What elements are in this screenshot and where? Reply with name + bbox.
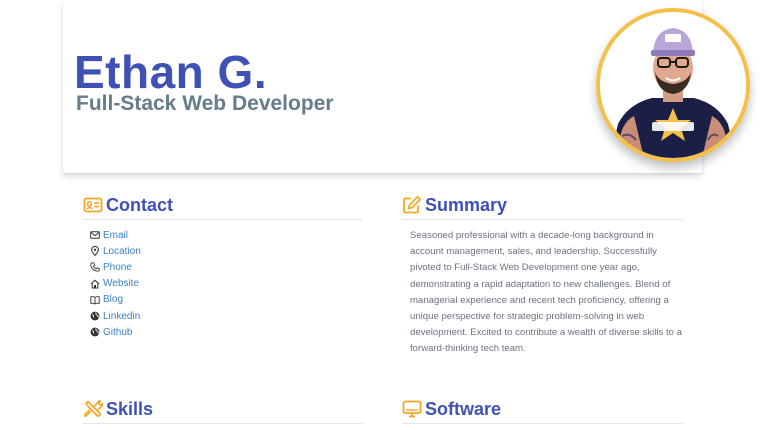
list-item: Email (90, 227, 363, 243)
software-section: Software (402, 398, 684, 424)
envelope-icon (90, 230, 100, 240)
software-title: Software (425, 398, 502, 419)
list-item: Location (90, 243, 363, 259)
contact-title: Contact (106, 194, 173, 215)
monitor-icon (402, 399, 422, 419)
skills-title: Skills (106, 398, 154, 419)
pencil-square-icon (402, 195, 422, 215)
tools-icon (83, 399, 103, 419)
contact-link-phone[interactable]: Phone (103, 262, 132, 273)
summary-title: Summary (425, 194, 508, 215)
header-card: Ethan G. Full-Stack Web Developer (63, 0, 750, 173)
globe-icon (90, 311, 100, 321)
contact-list: Email Location Phone Website Blog Linked… (83, 227, 363, 340)
globe-icon (90, 327, 100, 337)
book-open-icon (90, 295, 100, 305)
list-item: Linkedin (90, 308, 363, 324)
skills-section: Skills (83, 398, 363, 424)
list-item: Phone (90, 259, 363, 275)
contact-link-github[interactable]: Github (103, 327, 132, 338)
list-item: Blog (90, 292, 363, 308)
phone-icon (90, 262, 100, 273)
map-pin-icon (90, 246, 100, 257)
software-heading: Software (402, 398, 684, 424)
summary-text: Seasoned professional with a decade-long… (410, 230, 682, 355)
avatar (596, 8, 750, 162)
page-title: Ethan G. (74, 46, 268, 98)
contact-link-linkedin[interactable]: Linkedin (103, 311, 140, 322)
contact-link-email[interactable]: Email (103, 230, 128, 241)
job-title: Full-Stack Web Developer (76, 92, 334, 115)
summary-heading: Summary (402, 194, 684, 220)
contact-link-website[interactable]: Website (103, 278, 139, 289)
profile-photo-icon (600, 12, 746, 158)
contact-link-location[interactable]: Location (103, 246, 141, 257)
summary-section: Summary Seasoned professional with a dec… (402, 194, 684, 358)
contact-heading: Contact (83, 194, 363, 220)
skills-heading: Skills (83, 398, 363, 424)
contact-link-blog[interactable]: Blog (103, 294, 123, 305)
contact-section: Contact Email Location Phone Website Blo… (83, 194, 363, 340)
list-item: Github (90, 324, 363, 340)
id-card-icon (83, 195, 103, 215)
house-icon (90, 279, 100, 289)
list-item: Website (90, 276, 363, 292)
